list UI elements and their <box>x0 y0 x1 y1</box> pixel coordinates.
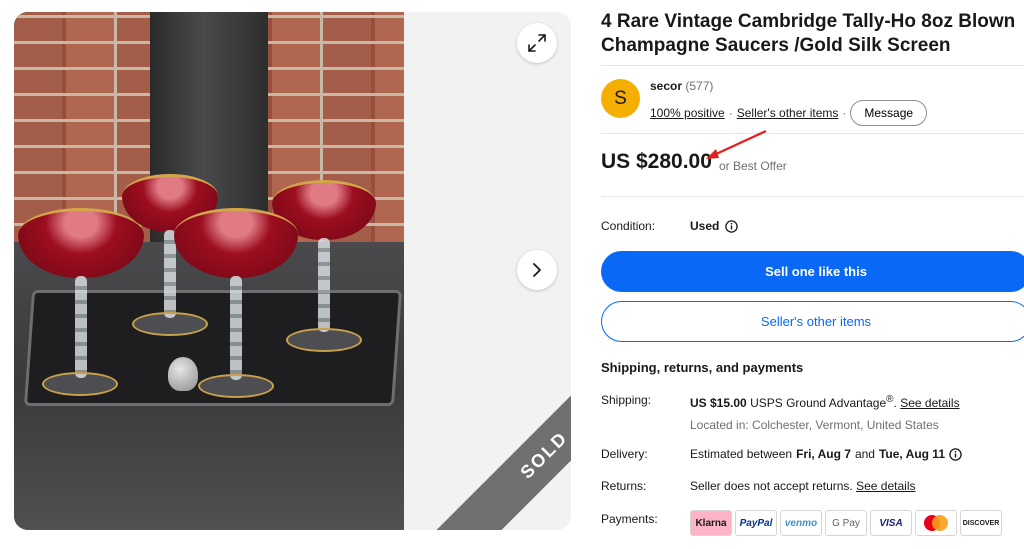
sold-label: SOLD <box>516 427 571 483</box>
delivery-detail: Estimated between Fri, Aug 7 and Tue, Au… <box>690 447 962 461</box>
located-in: Located in: Colchester, Vermont, United … <box>690 418 939 432</box>
sold-ribbon: SOLD <box>432 343 571 530</box>
paypal-logo: PayPal <box>735 510 777 536</box>
delivery-label: Delivery: <box>601 447 648 461</box>
returns-label: Returns: <box>601 479 647 493</box>
discover-logo: DISCOVER <box>960 510 1002 536</box>
delivery-start-date: Fri, Aug 7 <box>796 447 851 461</box>
google-pay-logo: G Pay <box>825 510 867 536</box>
price: US $280.00 <box>601 150 712 173</box>
listing-title: 4 Rare Vintage Cambridge Tally-Ho 8oz Bl… <box>601 11 1016 56</box>
condition-label: Condition: <box>601 219 656 233</box>
seller-avatar[interactable]: S <box>601 79 640 118</box>
delivery-end-date: Tue, Aug 11 <box>878 447 945 461</box>
shipping-label: Shipping: <box>601 393 652 407</box>
expand-icon <box>528 34 546 52</box>
divider <box>601 133 1024 134</box>
info-icon[interactable] <box>725 219 739 233</box>
seller-other-items-button[interactable]: Seller's other items <box>601 301 1024 342</box>
red-arrow-annotation <box>706 130 767 159</box>
divider <box>601 65 1024 66</box>
positive-feedback-link[interactable]: 100% positive <box>650 106 725 120</box>
visa-logo: VISA <box>870 510 912 536</box>
next-image-button[interactable] <box>517 250 557 290</box>
seller-name[interactable]: secor <box>650 79 682 93</box>
expand-button[interactable] <box>517 23 557 63</box>
mastercard-logo <box>915 510 957 536</box>
info-icon[interactable] <box>949 447 962 461</box>
registered-mark: ® <box>886 394 894 405</box>
chevron-right-icon <box>533 263 541 277</box>
shipping-see-details-link[interactable]: See details <box>900 396 959 410</box>
product-photo[interactable] <box>14 12 404 530</box>
avatar-letter: S <box>614 87 627 109</box>
klarna-logo: Klarna <box>690 510 732 536</box>
delivery-and: and <box>854 447 875 461</box>
shipping-service: USPS Ground Advantage <box>750 396 887 410</box>
payment-methods: Klarna PayPal venmo G Pay VISA DISCOVER <box>690 510 1002 536</box>
payments-label: Payments: <box>601 512 658 526</box>
returns-detail: Seller does not accept returns. See deta… <box>690 479 915 493</box>
sell-one-like-this-button[interactable]: Sell one like this <box>601 251 1024 292</box>
mastercard-icon <box>924 515 948 531</box>
seller-feedback-count: (577) <box>685 79 714 93</box>
shipping-section-heading: Shipping, returns, and payments <box>601 360 804 375</box>
shipping-detail: US $15.00 USPS Ground Advantage®. See de… <box>690 394 960 410</box>
separator-dot: · <box>728 106 733 120</box>
venmo-logo: venmo <box>780 510 822 536</box>
condition-value: Used <box>690 219 720 233</box>
seller-links: 100% positive · Seller's other items · M… <box>650 100 928 126</box>
delivery-prefix: Estimated between <box>690 447 793 461</box>
shipping-cost: US $15.00 <box>690 396 747 410</box>
divider <box>601 196 1024 197</box>
seller-name-row: secor (577) <box>650 79 713 93</box>
returns-text: Seller does not accept returns. <box>690 479 853 493</box>
condition-value-row: Used <box>690 219 739 233</box>
glass-4 <box>174 208 298 408</box>
image-gallery: SOLD <box>14 12 571 530</box>
message-button[interactable]: Message <box>850 100 928 126</box>
returns-see-details-link[interactable]: See details <box>856 479 915 493</box>
separator-dot: · <box>842 106 847 120</box>
seller-other-items-link[interactable]: Seller's other items <box>737 106 839 120</box>
